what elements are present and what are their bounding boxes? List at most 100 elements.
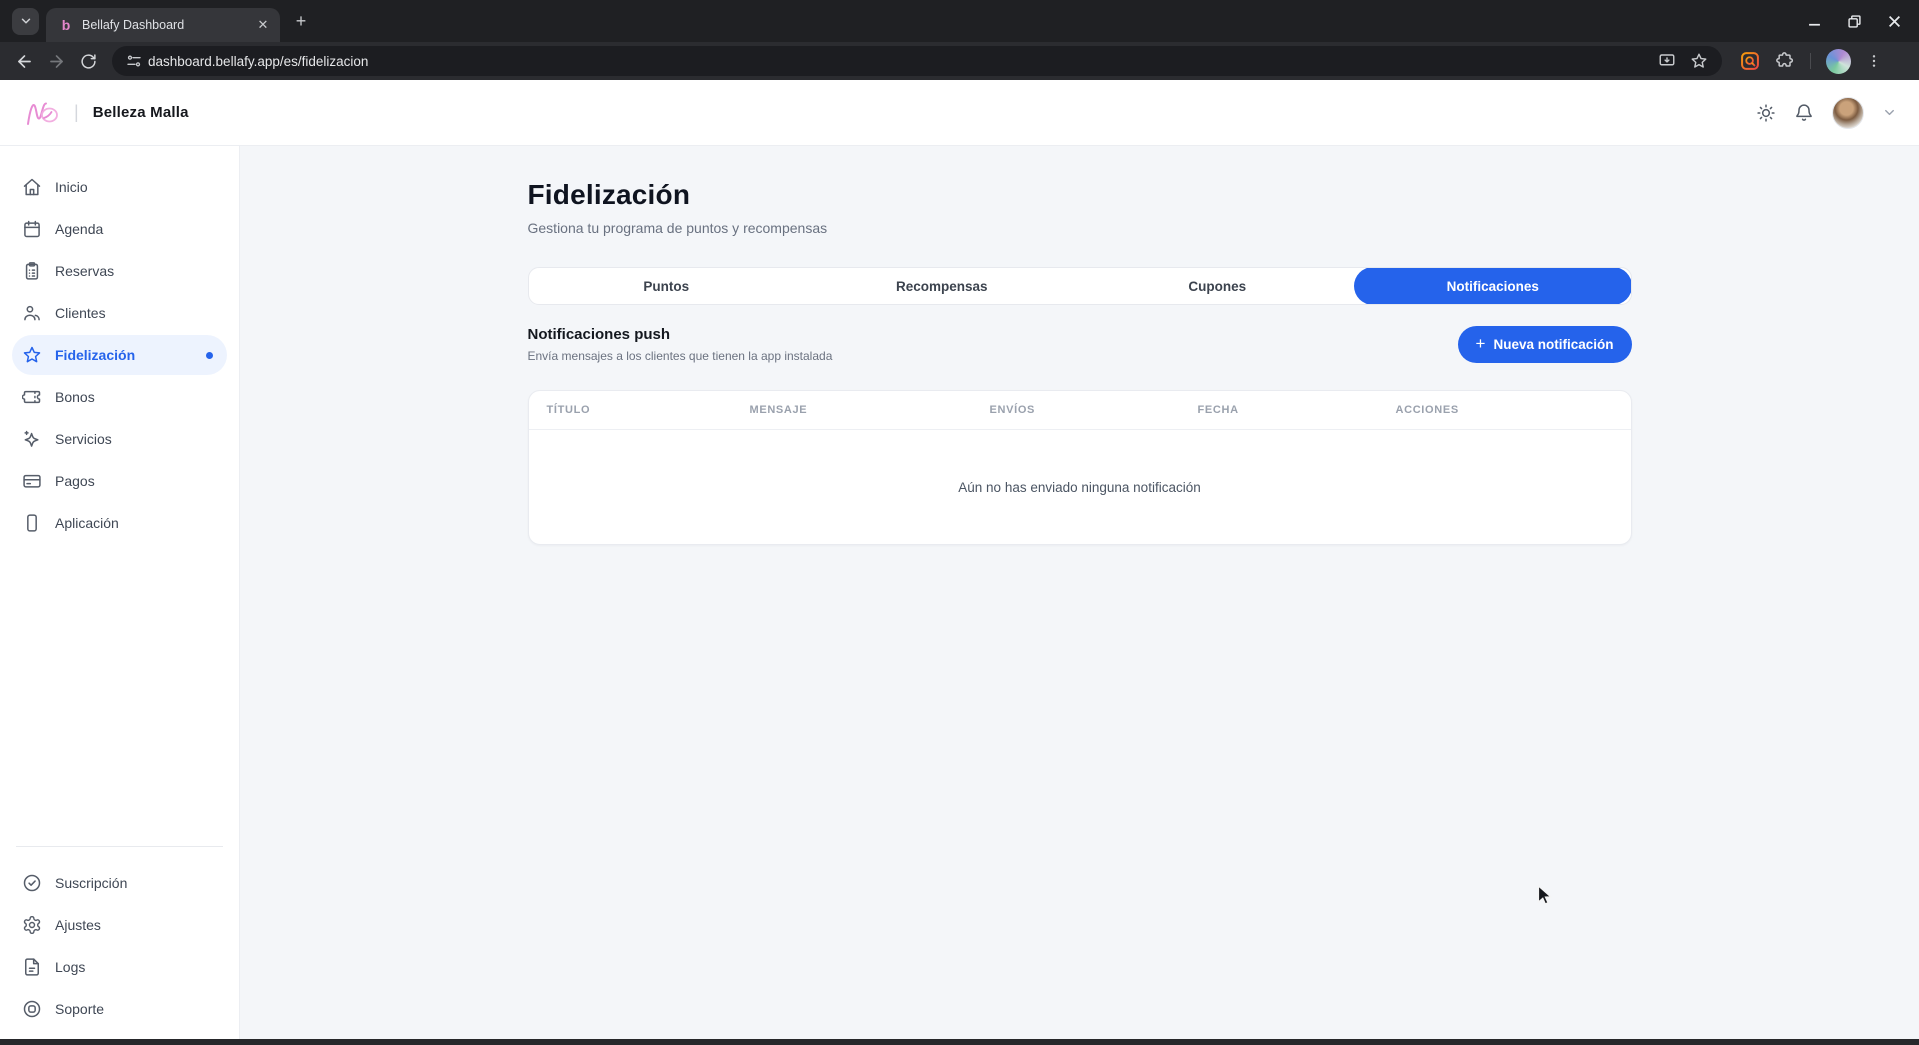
sidebar-item-label: Fidelización — [55, 347, 135, 363]
site-settings-icon[interactable] — [126, 53, 142, 69]
page-subtitle: Gestiona tu programa de puntos y recompe… — [528, 220, 1632, 236]
sidebar-item-ajustes[interactable]: Ajustes — [12, 905, 227, 945]
tab-close-icon[interactable]: ✕ — [254, 16, 272, 34]
sidebar-item-aplicacion[interactable]: Aplicación — [12, 503, 227, 543]
bookmark-star-icon[interactable] — [1690, 52, 1708, 70]
forward-arrow-icon — [47, 52, 66, 71]
sidebar-item-fidelizacion[interactable]: Fidelización — [12, 335, 227, 375]
plus-icon: + — [1476, 334, 1486, 354]
taskbar-edge — [0, 1039, 1919, 1045]
clipboard-icon — [22, 261, 42, 281]
user-avatar[interactable] — [1832, 97, 1864, 129]
tab-puntos[interactable]: Puntos — [529, 268, 805, 304]
sidebar-item-logs[interactable]: Logs — [12, 947, 227, 987]
sidebar-item-reservas[interactable]: Reservas — [12, 251, 227, 291]
section-subtitle: Envía mensajes a los clientes que tienen… — [528, 349, 833, 363]
table-empty-state: Aún no has enviado ninguna notificación — [529, 430, 1631, 544]
new-notification-button[interactable]: + Nueva notificación — [1458, 326, 1632, 363]
forward-button[interactable] — [42, 47, 70, 75]
column-header-envios: ENVÍOS — [990, 404, 1198, 416]
browser-tab[interactable]: b Bellafy Dashboard ✕ — [46, 8, 280, 42]
minimize-icon — [1808, 15, 1821, 28]
url-bar[interactable]: dashboard.bellafy.app/es/fidelizacion — [112, 46, 1722, 76]
sidebar-item-label: Suscripción — [55, 875, 127, 891]
sidebar-item-servicios[interactable]: Servicios — [12, 419, 227, 459]
extensions-puzzle-icon[interactable] — [1775, 51, 1795, 71]
extension-badge-icon[interactable] — [1740, 51, 1760, 71]
users-icon — [22, 303, 42, 323]
sidebar-item-label: Soporte — [55, 1001, 104, 1017]
new-notification-button-label: Nueva notificación — [1493, 337, 1613, 352]
sidebar-item-soporte[interactable]: Soporte — [12, 989, 227, 1029]
sidebar-item-pagos[interactable]: Pagos — [12, 461, 227, 501]
active-indicator-dot — [206, 352, 213, 359]
sidebar-item-label: Logs — [55, 959, 85, 975]
sidebar-item-label: Clientes — [55, 305, 106, 321]
sparkles-icon — [22, 429, 42, 449]
sidebar-item-label: Aplicación — [55, 515, 119, 531]
calendar-icon — [22, 219, 42, 239]
tab-search-button[interactable] — [12, 8, 39, 35]
file-text-icon — [22, 957, 42, 977]
restore-icon — [1848, 15, 1861, 28]
column-header-mensaje: MENSAJE — [750, 404, 990, 416]
screen: b Bellafy Dashboard ✕ + — [0, 0, 1919, 1045]
business-name: Belleza Malla — [93, 104, 189, 121]
gear-icon — [22, 915, 42, 935]
window-minimize-button[interactable] — [1801, 8, 1827, 34]
url-text[interactable]: dashboard.bellafy.app/es/fidelizacion — [148, 54, 1658, 69]
tab-recompensas[interactable]: Recompensas — [804, 268, 1080, 304]
sidebar-item-label: Reservas — [55, 263, 114, 279]
browser-menu-icon[interactable] — [1866, 53, 1882, 69]
sidebar-item-inicio[interactable]: Inicio — [12, 167, 227, 207]
close-icon — [1888, 15, 1901, 28]
sidebar-item-suscripcion[interactable]: Suscripción — [12, 863, 227, 903]
account-chevron-down-icon[interactable] — [1882, 105, 1897, 120]
sidebar-item-clientes[interactable]: Clientes — [12, 293, 227, 333]
chevron-down-icon — [19, 14, 33, 28]
ticket-icon — [22, 387, 42, 407]
column-header-titulo: TÍTULO — [547, 404, 750, 416]
app-header: | Belleza Malla — [0, 80, 1919, 146]
home-icon — [22, 177, 42, 197]
smartphone-icon — [22, 513, 42, 533]
new-tab-button[interactable]: + — [288, 8, 314, 34]
toolbar-separator — [1810, 53, 1811, 69]
sidebar-item-label: Ajustes — [55, 917, 101, 933]
column-header-acciones: ACCIONES — [1396, 404, 1613, 416]
theme-sun-icon[interactable] — [1756, 103, 1776, 123]
page-title: Fidelización — [528, 179, 1632, 211]
notifications-bell-icon[interactable] — [1794, 103, 1814, 123]
main-content: Fidelización Gestiona tu programa de pun… — [240, 146, 1919, 1045]
tab-cupones[interactable]: Cupones — [1080, 268, 1356, 304]
tab-title: Bellafy Dashboard — [82, 18, 254, 32]
window-restore-button[interactable] — [1841, 8, 1867, 34]
star-icon — [22, 345, 42, 365]
install-app-icon[interactable] — [1658, 52, 1676, 70]
loyalty-tabs: Puntos Recompensas Cupones Notificacione… — [528, 267, 1632, 305]
sidebar-item-label: Bonos — [55, 389, 95, 405]
badge-check-icon — [22, 873, 42, 893]
browser-profile-avatar[interactable] — [1826, 49, 1851, 74]
browser-toolbar: dashboard.bellafy.app/es/fidelizacion — [0, 42, 1919, 80]
sidebar-item-label: Inicio — [55, 179, 88, 195]
back-button[interactable] — [10, 47, 38, 75]
credit-card-icon — [22, 471, 42, 491]
browser-tabstrip: b Bellafy Dashboard ✕ + — [0, 0, 1919, 42]
reload-button[interactable] — [74, 47, 102, 75]
column-header-fecha: FECHA — [1198, 404, 1396, 416]
bellafy-favicon-icon: b — [58, 17, 74, 33]
notifications-table: TÍTULO MENSAJE ENVÍOS FECHA ACCIONES Aún… — [528, 390, 1632, 545]
sidebar-item-agenda[interactable]: Agenda — [12, 209, 227, 249]
sidebar-item-label: Agenda — [55, 221, 103, 237]
tab-notificaciones[interactable]: Notificaciones — [1354, 267, 1632, 305]
section-title: Notificaciones push — [528, 326, 833, 343]
bellafy-logo-icon — [22, 96, 62, 130]
sidebar-divider — [16, 846, 223, 847]
back-arrow-icon — [15, 52, 34, 71]
header-divider: | — [74, 102, 79, 123]
sidebar-item-label: Pagos — [55, 473, 95, 489]
life-buoy-icon — [22, 999, 42, 1019]
window-close-button[interactable] — [1881, 8, 1907, 34]
sidebar-item-bonos[interactable]: Bonos — [12, 377, 227, 417]
